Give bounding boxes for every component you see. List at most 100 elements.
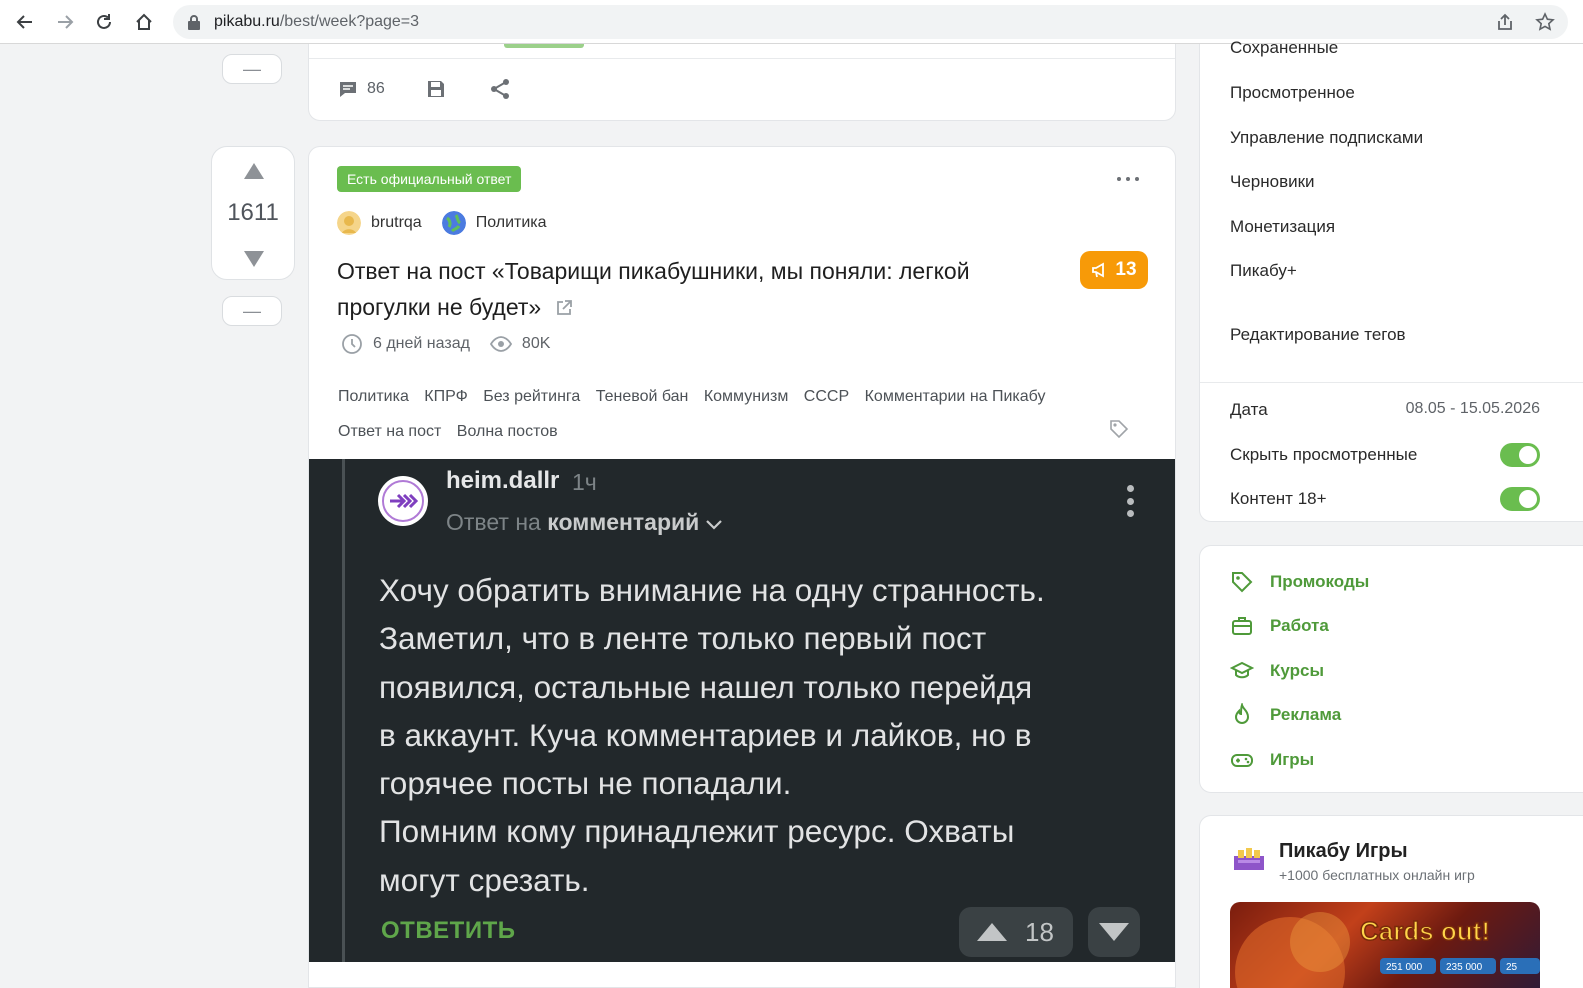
jobs-link[interactable]: Работа [1230, 614, 1329, 638]
story-title[interactable]: Ответ на пост «Товарищи пикабушники, мы … [337, 253, 1057, 325]
story-time: 6 дней назад [373, 335, 470, 352]
sidebar-menu: Сохраненные Просмотренное Управление под… [1199, 38, 1583, 522]
tag[interactable]: Комментарии на Пикабу [865, 388, 1046, 405]
comments-count[interactable]: 86 [367, 80, 385, 98]
url-text: pikabu.ru/best/week?page=3 [214, 13, 420, 30]
lock-icon [188, 15, 200, 30]
clock-icon [342, 334, 362, 354]
eye-icon [489, 336, 512, 352]
games-subtitle: +1000 бесплатных онлайн игр [1279, 867, 1475, 883]
tag[interactable]: Коммунизм [704, 388, 789, 405]
tag[interactable]: КПРФ [424, 388, 467, 405]
briefcase-icon [1232, 617, 1252, 635]
community-name[interactable]: Политика [476, 214, 547, 232]
external-link-icon[interactable] [555, 299, 573, 317]
author-avatar[interactable] [337, 211, 361, 235]
previous-story-footer: 86 [308, 44, 1176, 121]
comment-upvote: 18 [959, 907, 1073, 957]
story-stats: 6 дней назад 80K [341, 333, 550, 355]
reply-label: ОТВЕТИТЬ [381, 917, 516, 944]
svg-text:235 000: 235 000 [1446, 962, 1483, 973]
upvote-icon [977, 923, 1007, 941]
svg-text:251 000: 251 000 [1386, 962, 1423, 973]
bookmark-star-icon[interactable] [1535, 12, 1555, 32]
comments-icon[interactable] [337, 78, 359, 100]
games-link[interactable]: Игры [1230, 748, 1314, 772]
downvote-icon[interactable] [242, 249, 266, 269]
save-icon[interactable] [425, 78, 447, 100]
collapse-story-button-2[interactable]: — [222, 296, 282, 326]
sidebar-item-monetization[interactable]: Монетизация [1230, 217, 1335, 237]
tag[interactable]: СССР [804, 388, 849, 405]
date-filter[interactable]: Дата 08.05 - 15.05.2026 [1230, 400, 1540, 420]
share-page-icon[interactable] [1495, 12, 1515, 32]
promo-link[interactable]: Промокоды [1230, 570, 1369, 594]
tag[interactable]: Волна постов [457, 423, 558, 440]
tag[interactable]: Без рейтинга [483, 388, 580, 405]
sidebar-item-pikabu-plus[interactable]: Пикабу+ [1230, 261, 1297, 281]
comment-text: Хочу обратить внимание на одну странност… [379, 572, 1045, 898]
flame-icon [1234, 703, 1250, 724]
reload-icon[interactable] [91, 9, 117, 35]
comments-rating-badge[interactable]: 13 [1080, 251, 1148, 289]
back-icon[interactable] [12, 9, 38, 35]
community-avatar[interactable] [441, 211, 466, 235]
gamepad-icon [1231, 754, 1253, 767]
story-actions: 86 [337, 78, 511, 100]
svg-text:25: 25 [1506, 962, 1518, 973]
comment-time: 1ч [572, 469, 597, 495]
chevron-down-icon [705, 520, 722, 530]
tag-icon [1232, 572, 1253, 593]
adult-content-filter: Контент 18+ [1230, 487, 1540, 511]
comment-downvote [1088, 907, 1140, 957]
story-tags: Политика КПРФ Без рейтинга Теневой бан К… [338, 379, 1098, 449]
divider [1200, 382, 1583, 383]
story-views: 80K [521, 335, 551, 352]
official-answer-badge[interactable]: Есть официальный ответ [337, 166, 522, 192]
address-bar[interactable]: pikabu.ru/best/week?page=3 [173, 5, 1568, 39]
author-name[interactable]: brutrqa [371, 214, 422, 232]
graduation-cap-icon [1230, 661, 1254, 679]
sidebar-item-edit-tags[interactable]: Редактирование тегов [1230, 325, 1406, 345]
sidebar-item-drafts[interactable]: Черновики [1230, 172, 1315, 192]
sidebar-item-subscriptions[interactable]: Управление подписками [1230, 128, 1423, 148]
svg-text:Cards out!: Cards out! [1360, 916, 1490, 946]
tag[interactable]: Политика [338, 388, 409, 405]
date-range[interactable]: 08.05 - 15.05.2026 [1406, 400, 1540, 418]
edit-tags-icon[interactable] [1109, 419, 1129, 439]
downvote-icon [1099, 923, 1129, 941]
share-icon[interactable] [489, 78, 511, 100]
story-card: Есть официальный ответ brutrqa Политика … [308, 146, 1176, 988]
story-meta: brutrqa Политика [337, 211, 547, 235]
sidebar-item-saved[interactable]: Сохраненные [1230, 38, 1338, 58]
game-banner[interactable]: Cards out! 251 000 235 000 25 [1230, 902, 1540, 988]
megaphone-icon [1092, 262, 1105, 278]
ads-link[interactable]: Реклама [1230, 703, 1341, 727]
forward-icon[interactable] [52, 9, 78, 35]
vote-box: 1611 [211, 146, 295, 280]
tag[interactable]: Теневой бан [596, 388, 689, 405]
reply-to: Ответ на комментарий [446, 509, 722, 536]
hide-viewed-toggle[interactable] [1500, 443, 1540, 467]
collapse-story-button[interactable]: — [222, 54, 282, 84]
pikabu-games-block: Пикабу Игры +1000 бесплатных онлайн игр … [1199, 815, 1583, 988]
rating-count: 1611 [227, 199, 279, 226]
story-image[interactable]: heim.dallr 1ч Ответ на комментарий Хочу … [309, 459, 1175, 962]
games-logo-icon [1234, 848, 1264, 870]
more-options-icon[interactable] [1117, 175, 1139, 183]
games-title[interactable]: Пикабу Игры [1279, 840, 1408, 863]
thread-line [342, 459, 345, 962]
tag[interactable]: Ответ на пост [338, 423, 441, 440]
home-icon[interactable] [131, 9, 157, 35]
commenter-name: heim.dallr [446, 467, 560, 494]
sidebar-links: Промокоды Работа Курсы Реклама Игры [1199, 545, 1583, 793]
game-banner-art: Cards out! 251 000 235 000 25 [1235, 912, 1540, 988]
courses-link[interactable]: Курсы [1230, 659, 1324, 683]
comment-menu-icon [1127, 485, 1135, 517]
upvote-icon[interactable] [242, 161, 266, 181]
active-tab-indicator [504, 44, 584, 48]
commenter-avatar [378, 476, 428, 526]
sidebar-item-viewed[interactable]: Просмотренное [1230, 83, 1355, 103]
adult-content-toggle[interactable] [1500, 487, 1540, 511]
comment-votes: 18 [1025, 917, 1054, 947]
